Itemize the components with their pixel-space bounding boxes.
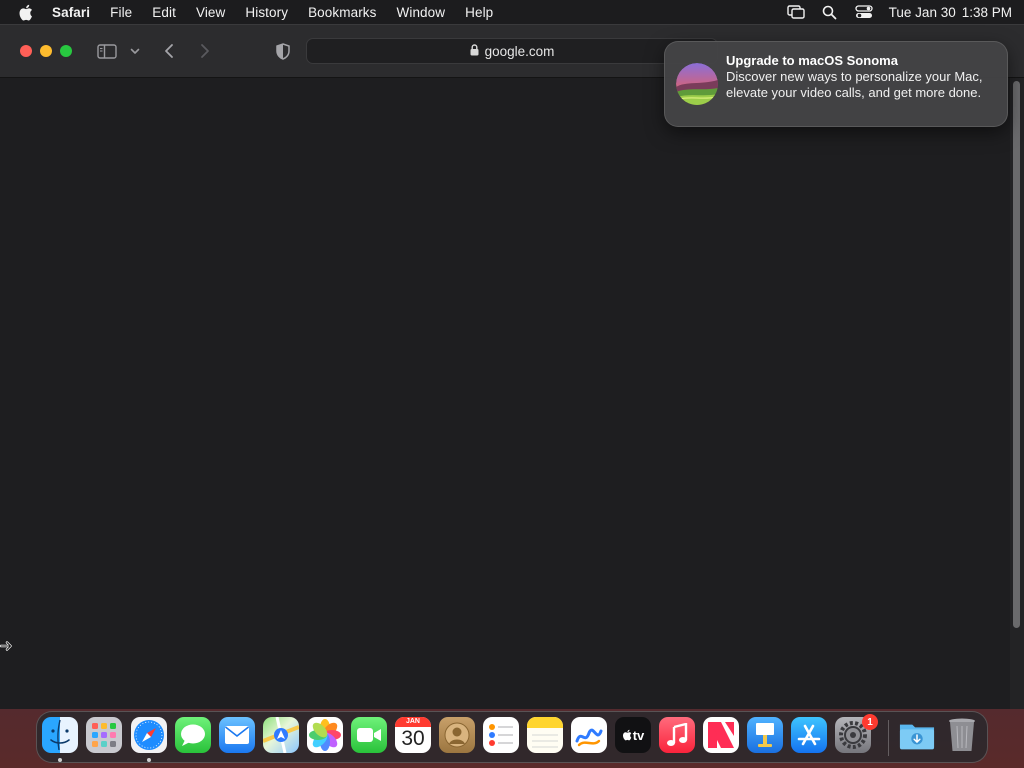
menu-edit[interactable]: Edit — [152, 5, 176, 20]
photos-flower-icon — [309, 719, 341, 751]
lock-icon — [470, 43, 479, 59]
dock-photos[interactable] — [307, 717, 343, 753]
dock-apple-tv[interactable]: tv — [615, 717, 651, 753]
freeform-icon — [575, 728, 603, 747]
dock-music[interactable] — [659, 717, 695, 753]
menu-view[interactable]: View — [196, 5, 225, 20]
dock-launchpad[interactable] — [86, 717, 122, 753]
safari-compass-icon — [134, 720, 164, 750]
keynote-podium-icon — [756, 723, 774, 747]
menu-window[interactable]: Window — [397, 5, 446, 20]
notification-body: Discover new ways to personalize your Ma… — [726, 69, 983, 100]
sidebar-toggle-icon[interactable] — [96, 40, 118, 62]
back-icon[interactable] — [160, 40, 178, 62]
maps-icon — [263, 717, 299, 753]
dock-notes[interactable] — [527, 717, 563, 753]
address-bar[interactable]: google.com — [306, 38, 718, 64]
dock-calendar[interactable]: JAN 30 — [395, 717, 431, 753]
dock-mail[interactable] — [219, 717, 255, 753]
dock-safari[interactable] — [131, 717, 167, 753]
menu-safari[interactable]: Safari — [52, 5, 90, 20]
dock-freeform[interactable] — [571, 717, 607, 753]
privacy-shield-icon[interactable] — [274, 40, 292, 62]
trash-can-icon — [949, 718, 975, 751]
web-content-area[interactable] — [0, 78, 1024, 709]
menu-file[interactable]: File — [110, 5, 132, 20]
menu-bookmarks[interactable]: Bookmarks — [308, 5, 376, 20]
dock-downloads-folder[interactable] — [899, 717, 935, 753]
finder-running-indicator — [58, 758, 62, 762]
calendar-day: 30 — [401, 727, 425, 750]
clock-time: 1:38 PM — [961, 4, 1012, 20]
spotlight-search-icon[interactable] — [821, 4, 839, 20]
dock-separator — [888, 720, 889, 756]
news-icon — [708, 722, 734, 748]
apple-tv-label: tv — [632, 727, 645, 743]
menu-history[interactable]: History — [245, 5, 288, 20]
forward-icon[interactable] — [196, 40, 214, 62]
safari-running-indicator — [147, 758, 151, 762]
dock-app-store[interactable] — [791, 717, 827, 753]
dock-news[interactable] — [703, 717, 739, 753]
dock-reminders[interactable] — [483, 717, 519, 753]
finder-icon — [50, 719, 70, 751]
close-window-button[interactable] — [20, 45, 32, 57]
dock-trash[interactable] — [944, 717, 980, 753]
launchpad-icon — [92, 723, 116, 747]
music-note-icon — [667, 723, 688, 746]
dock: JAN 30 tv 1 — [36, 711, 988, 763]
apple-menu-icon[interactable] — [16, 3, 34, 21]
dock-contacts[interactable] — [439, 717, 475, 753]
dock-facetime[interactable] — [351, 717, 387, 753]
window-controls — [20, 45, 72, 57]
screen-mirroring-icon[interactable] — [786, 4, 805, 20]
notification-title: Upgrade to macOS Sonoma — [726, 53, 898, 68]
dock-maps[interactable] — [263, 717, 299, 753]
apple-logo-icon — [622, 729, 632, 741]
chevron-down-icon[interactable] — [128, 40, 142, 62]
facetime-camera-icon — [357, 728, 381, 742]
calendar-month: JAN — [395, 717, 431, 727]
menu-help[interactable]: Help — [465, 5, 493, 20]
menu-bar: Safari File Edit View History Bookmarks … — [0, 0, 1024, 24]
macos-sonoma-icon — [676, 63, 718, 105]
reminders-list-icon — [489, 724, 513, 746]
contacts-person-icon — [444, 722, 470, 748]
control-center-icon[interactable] — [855, 4, 873, 20]
notes-icon — [527, 717, 563, 748]
dock-finder[interactable] — [42, 717, 78, 753]
app-store-icon — [797, 724, 821, 746]
dock-messages[interactable] — [175, 717, 211, 753]
address-url: google.com — [484, 43, 555, 59]
sonoma-upgrade-notification[interactable]: Upgrade to macOS Sonoma Discover new way… — [664, 41, 1008, 127]
scrollbar-thumb[interactable] — [1013, 81, 1020, 628]
settings-notification-badge: 1 — [862, 714, 878, 730]
zoom-window-button[interactable] — [60, 45, 72, 57]
vertical-scrollbar[interactable] — [1010, 78, 1024, 709]
mail-envelope-icon — [225, 726, 249, 744]
clock-date: Tue Jan 30 — [888, 4, 956, 20]
minimize-window-button[interactable] — [40, 45, 52, 57]
messages-bubble-icon — [181, 724, 205, 746]
dock-keynote[interactable] — [747, 717, 783, 753]
resize-cursor-icon — [0, 639, 14, 651]
menu-clock[interactable]: Tue Jan 30 1:38 PM — [889, 5, 1012, 20]
downloads-folder-icon — [899, 724, 935, 750]
